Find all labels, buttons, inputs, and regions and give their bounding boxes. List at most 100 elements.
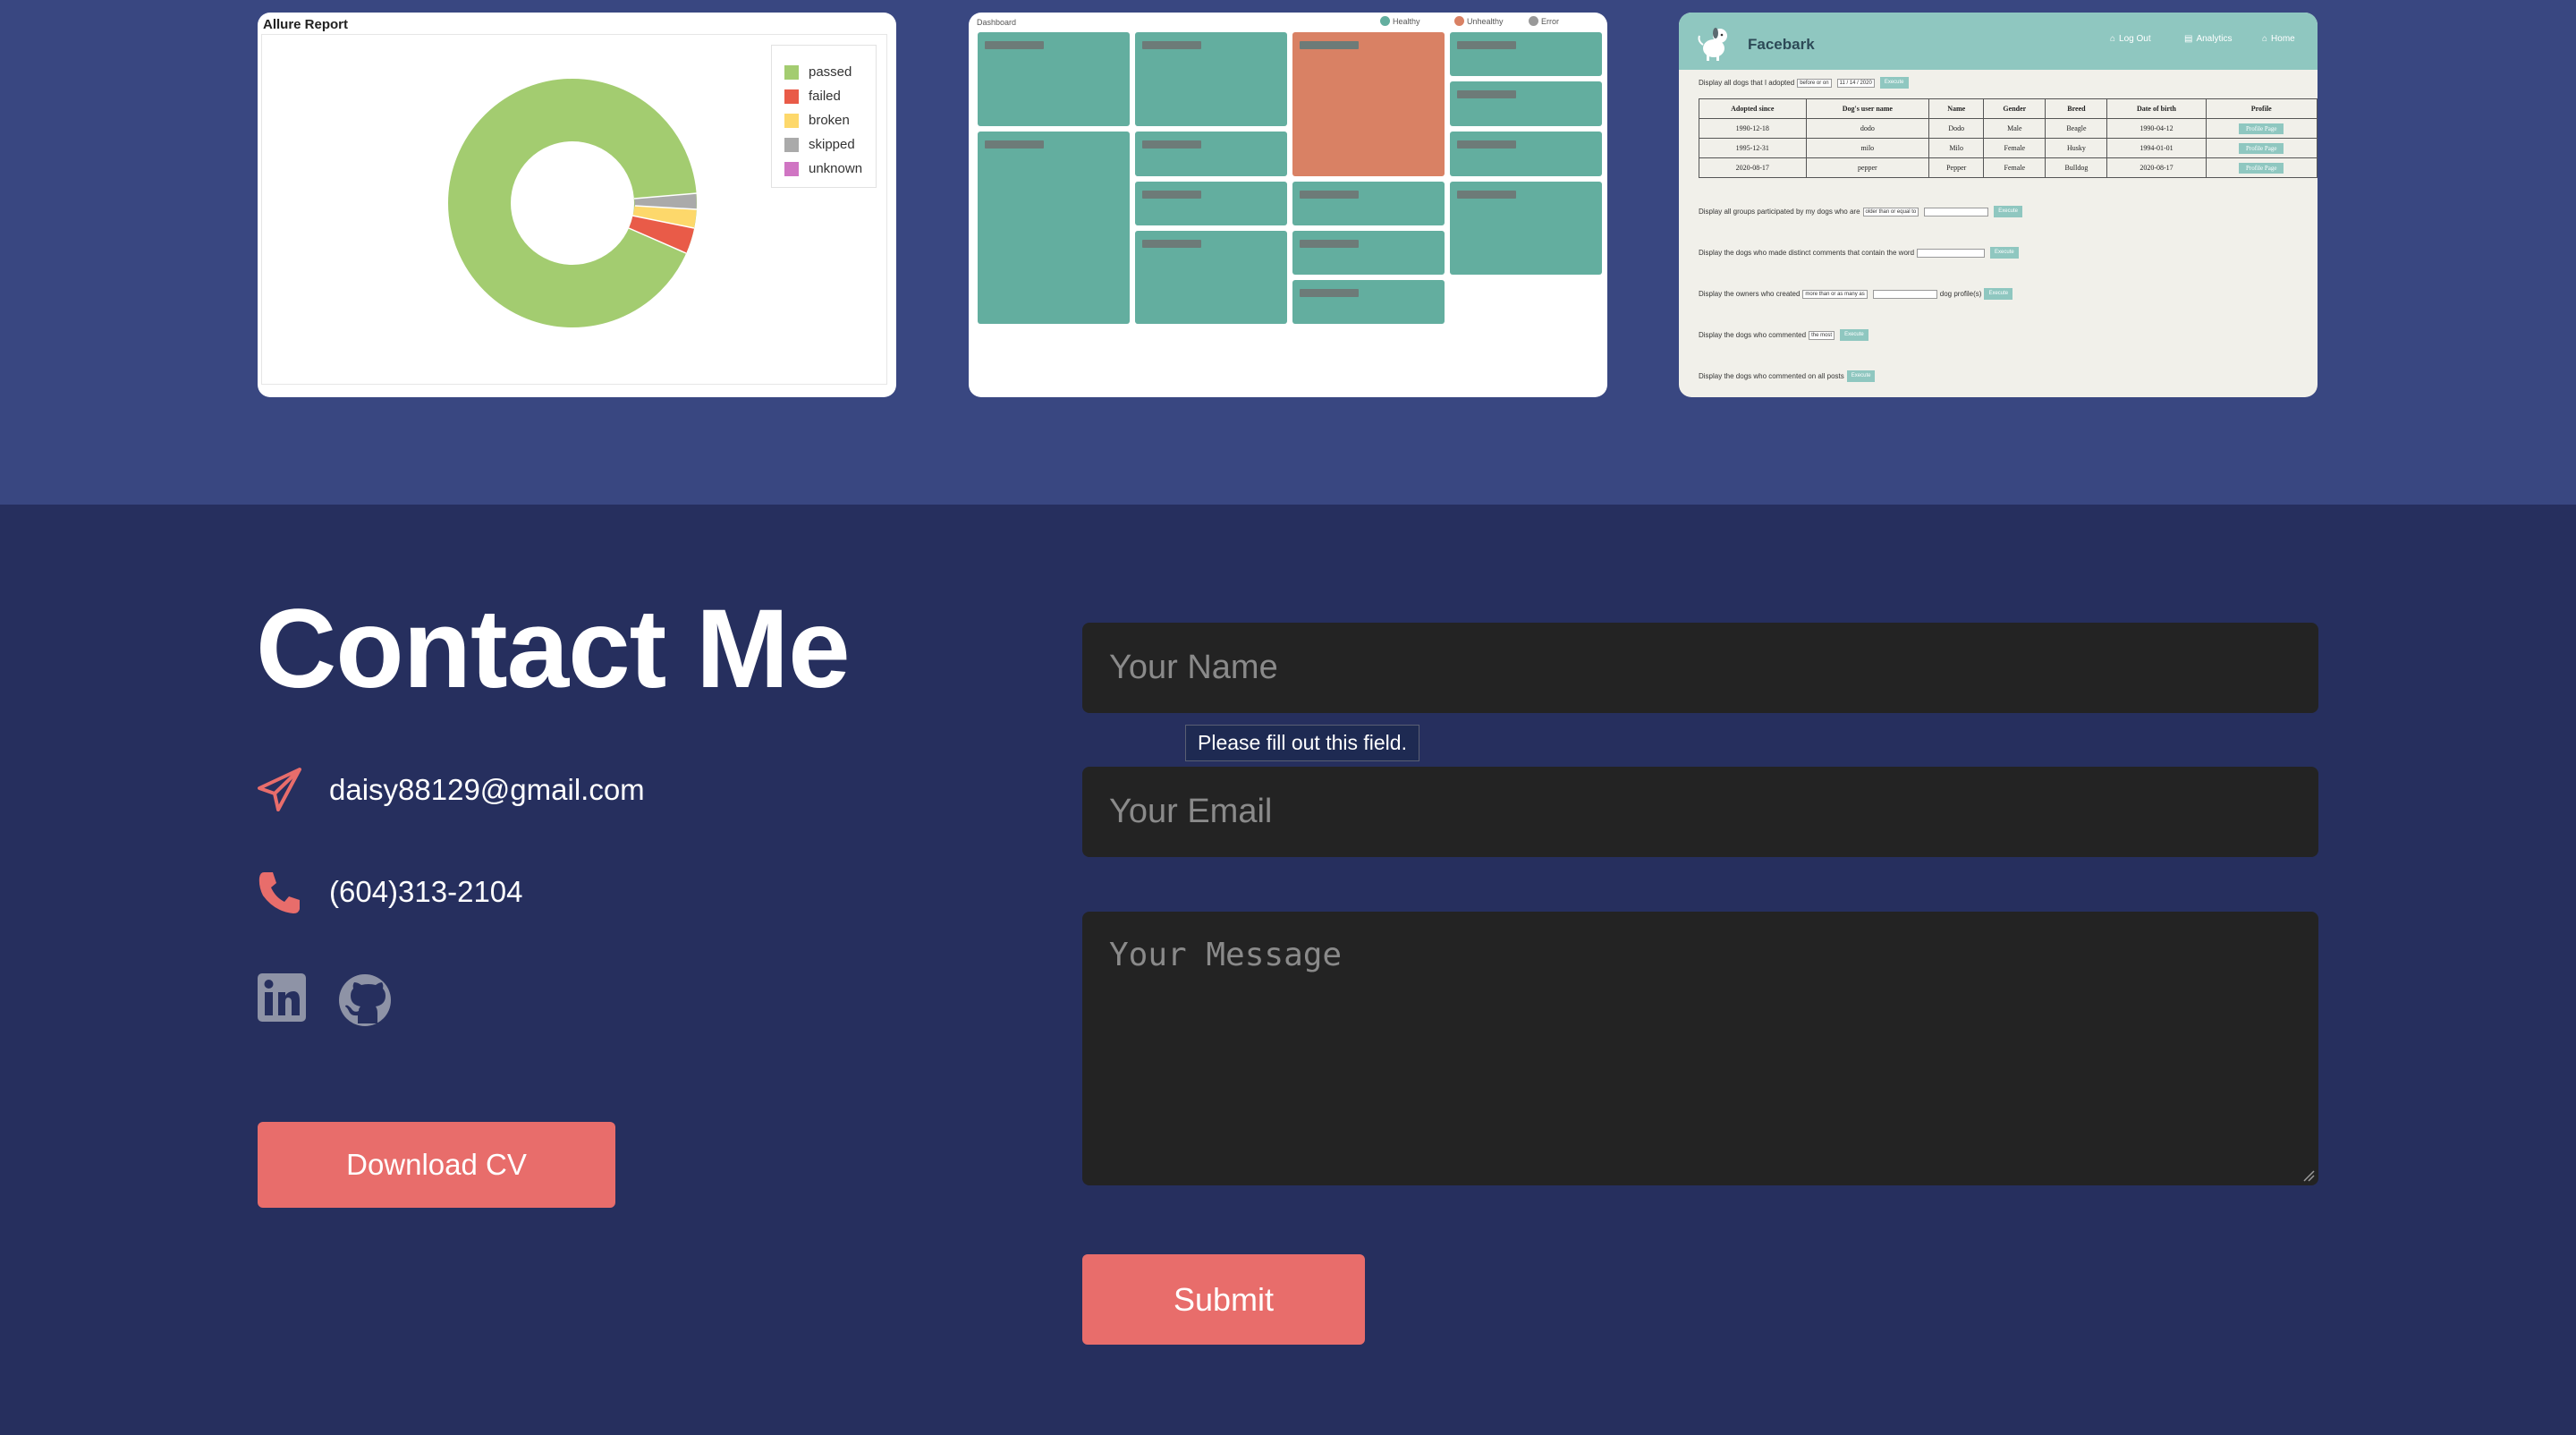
- dashboard-tile: [1450, 182, 1602, 275]
- legend-swatch: [784, 161, 799, 176]
- dashboard-legend-healthy: Healthy: [1380, 16, 1420, 26]
- allure-legend: passed failed broken skipped unknown: [771, 45, 877, 188]
- nav-home[interactable]: ⌂ Home: [2262, 34, 2295, 44]
- legend-swatch: [784, 89, 799, 104]
- query-select[interactable]: more than or as many as: [1802, 289, 1868, 299]
- project-card-allure[interactable]: Allure Report passed failed broken skipp…: [258, 13, 896, 397]
- dashboard-tile: [1135, 182, 1287, 225]
- legend-label: Healthy: [1393, 16, 1420, 26]
- linkedin-icon[interactable]: [258, 973, 306, 1026]
- dashboard-tile: [1135, 32, 1287, 126]
- table-cell: 1990-04-12: [2106, 118, 2207, 139]
- message-field[interactable]: Your Message: [1082, 912, 2318, 1185]
- table-cell: 2020-08-17: [1699, 157, 1807, 178]
- query-date-input[interactable]: 11 / 14 / 2020: [1836, 78, 1875, 88]
- table-cell: Female: [1983, 138, 2046, 158]
- status-dot: [1529, 16, 1538, 26]
- dashboard-tile: [1135, 231, 1287, 324]
- table-cell: Bulldog: [2045, 157, 2108, 178]
- execute-button[interactable]: Execute: [1846, 370, 1876, 382]
- contact-phone-row: (604)313-2104: [256, 868, 523, 916]
- column-header: Breed: [2045, 98, 2108, 119]
- column-header: Adopted since: [1699, 98, 1807, 119]
- github-icon[interactable]: [338, 973, 392, 1032]
- projects-section: Allure Report passed failed broken skipp…: [0, 0, 2576, 505]
- adopted-dogs-table: Adopted since Dog's user name Name Gende…: [1699, 98, 2318, 178]
- nav-label: Analytics: [2196, 34, 2233, 44]
- query-comments-word: Display the dogs who made distinct comme…: [1699, 247, 2019, 259]
- download-cv-button[interactable]: Download CV: [258, 1122, 615, 1208]
- execute-button[interactable]: Execute: [1879, 77, 1909, 89]
- query-word-input[interactable]: [1917, 248, 1986, 258]
- logout-icon: ⌂: [2110, 34, 2116, 44]
- query-number-input[interactable]: [1924, 207, 1989, 217]
- legend-label: passed: [809, 64, 852, 80]
- legend-label: broken: [809, 113, 850, 128]
- profile-page-button[interactable]: Profile Page: [2239, 142, 2284, 154]
- execute-button[interactable]: Execute: [1994, 206, 2022, 217]
- nav-logout[interactable]: ⌂ Log Out: [2110, 34, 2151, 44]
- column-header: Profile: [2205, 98, 2318, 119]
- resize-handle-icon[interactable]: [2302, 1169, 2315, 1182]
- table-header-row: Adopted since Dog's user name Name Gende…: [1699, 98, 2318, 119]
- table-cell: dodo: [1805, 118, 1930, 139]
- project-card-dashboard[interactable]: Dashboard Healthy Unhealthy Error: [969, 13, 1607, 397]
- query-commented-most: Display the dogs who commented the most …: [1699, 329, 1868, 341]
- table-row: 2020-08-17 pepper Pepper Female Bulldog …: [1699, 157, 2318, 178]
- table-row: 1990-12-18 dodo Dodo Male Beagle 1990-04…: [1699, 118, 2318, 139]
- table-cell: pepper: [1805, 157, 1930, 178]
- query-select[interactable]: before or on: [1797, 78, 1832, 88]
- project-card-facebark[interactable]: Facebark ⌂ Log Out ▤ Analytics ⌂ Home Di…: [1679, 13, 2318, 397]
- column-header: Date of birth: [2106, 98, 2207, 119]
- legend-item-unknown: unknown: [784, 157, 876, 181]
- execute-button[interactable]: Execute: [1990, 247, 2019, 259]
- dashboard-tile: [978, 32, 1130, 126]
- status-dot: [1454, 16, 1464, 26]
- query-text: Display the dogs who made distinct comme…: [1699, 249, 1915, 257]
- legend-label: Unhealthy: [1467, 16, 1504, 26]
- profile-page-button[interactable]: Profile Page: [2239, 162, 2284, 174]
- submit-button[interactable]: Submit: [1082, 1254, 1365, 1345]
- table-cell: Profile Page: [2205, 157, 2318, 178]
- legend-item-broken: broken: [784, 108, 876, 132]
- dashboard-tile: [1450, 132, 1602, 176]
- status-dot: [1380, 16, 1390, 26]
- query-text: Display all groups participated by my do…: [1699, 208, 1860, 216]
- table-cell: Beagle: [2045, 118, 2108, 139]
- query-select[interactable]: older than or equal to: [1862, 207, 1919, 217]
- facebark-header: Facebark ⌂ Log Out ▤ Analytics ⌂ Home: [1679, 13, 2318, 70]
- nav-label: Home: [2271, 34, 2295, 44]
- query-text: Display all dogs that I adopted: [1699, 79, 1795, 87]
- dog-logo-icon: [1698, 28, 1727, 61]
- dashboard-tile: [1135, 132, 1287, 176]
- table-cell: 2020-08-17: [2106, 157, 2207, 178]
- profile-page-button[interactable]: Profile Page: [2239, 123, 2284, 134]
- message-placeholder: Your Message: [1109, 937, 1343, 973]
- column-header: Gender: [1983, 98, 2046, 119]
- email-field[interactable]: Your Email: [1082, 767, 2318, 857]
- name-field[interactable]: Your Name: [1082, 623, 2318, 713]
- legend-swatch: [784, 64, 799, 80]
- dashboard-label: Dashboard: [977, 18, 1017, 27]
- legend-swatch: [784, 137, 799, 152]
- execute-button[interactable]: Execute: [1840, 329, 1868, 341]
- dashboard-tile: [1292, 280, 1445, 324]
- query-select[interactable]: the most: [1809, 330, 1835, 340]
- validation-tooltip: Please fill out this field.: [1185, 725, 1419, 761]
- nav-analytics[interactable]: ▤ Analytics: [2184, 34, 2232, 44]
- dashboard-tile: [1292, 182, 1445, 225]
- query-text: Display the owners who created: [1699, 290, 1801, 298]
- contact-email-row: daisy88129@gmail.com: [256, 766, 645, 814]
- dashboard-legend-unhealthy: Unhealthy: [1454, 16, 1504, 26]
- table-cell: Female: [1983, 157, 2046, 178]
- column-header: Name: [1928, 98, 1985, 119]
- query-suffix: dog profile(s): [1939, 290, 1982, 298]
- facebark-brand: Facebark: [1748, 36, 1815, 53]
- query-adopted: Display all dogs that I adopted before o…: [1699, 77, 1909, 89]
- legend-swatch: [784, 113, 799, 128]
- execute-button[interactable]: Execute: [1984, 288, 2013, 300]
- query-number-input[interactable]: [1872, 289, 1937, 299]
- contact-email[interactable]: daisy88129@gmail.com: [329, 773, 645, 807]
- table-cell: Profile Page: [2205, 118, 2318, 139]
- legend-item-passed: passed: [784, 60, 876, 84]
